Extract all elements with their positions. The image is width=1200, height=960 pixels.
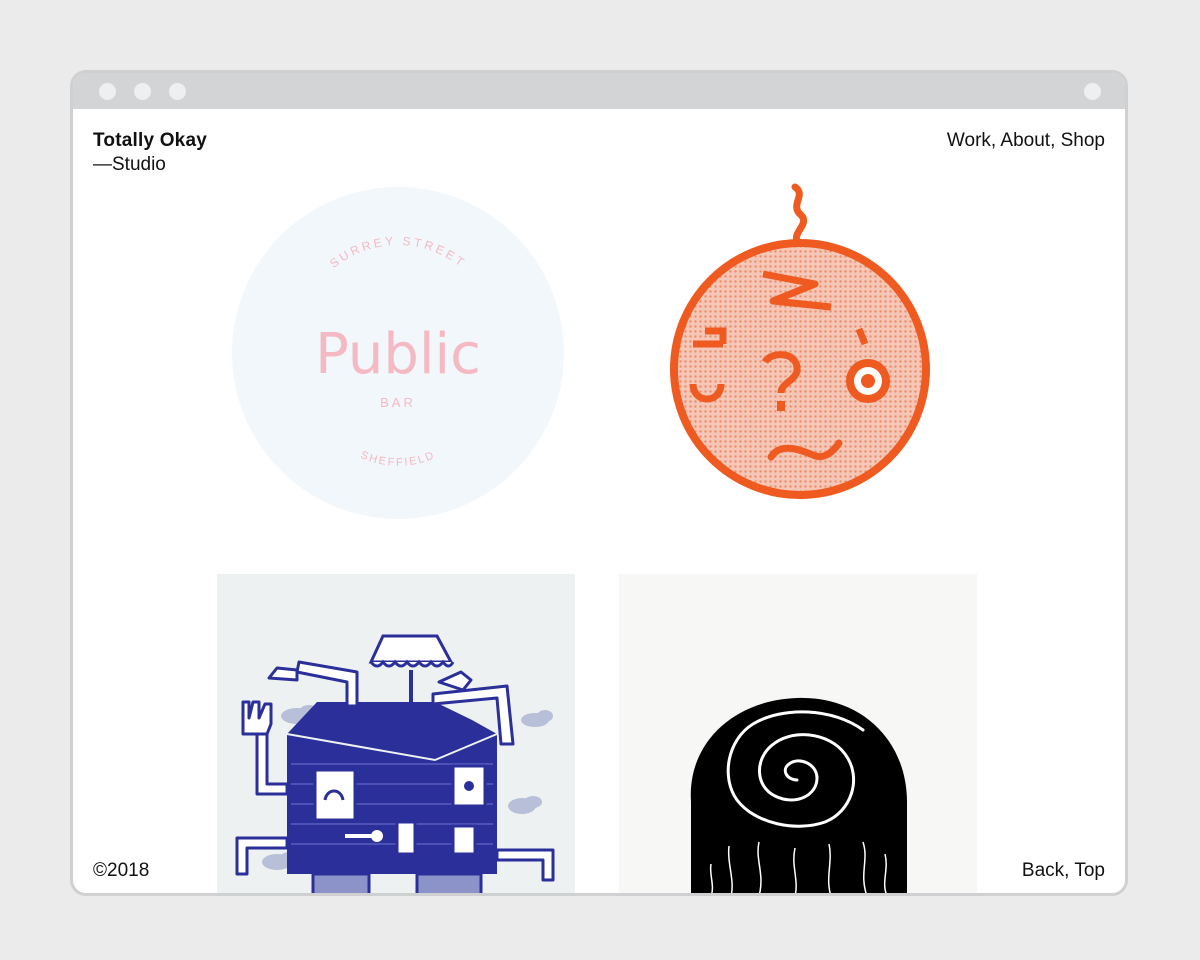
- browser-window: Totally Okay —Studio Work, About, Shop S…: [70, 70, 1128, 896]
- back-link[interactable]: Back: [1022, 860, 1064, 881]
- project-tile-orange-face[interactable]: [663, 179, 933, 519]
- browser-titlebar: [73, 73, 1125, 109]
- nav-about[interactable]: About: [1000, 130, 1050, 151]
- black-log-illustration: [690, 697, 907, 893]
- badge-title: Public: [315, 322, 481, 387]
- page-viewport: Totally Okay —Studio Work, About, Shop S…: [73, 109, 1125, 893]
- window-dot-maximize[interactable]: [169, 83, 186, 100]
- orange-face-illustration: [670, 183, 930, 499]
- brand-sub: —Studio: [93, 154, 166, 175]
- window-dot-menu[interactable]: [1084, 83, 1101, 100]
- main-nav: Work, About, Shop: [947, 129, 1105, 153]
- nav-separator: ,: [990, 130, 1001, 151]
- window-dot-minimize[interactable]: [134, 83, 151, 100]
- brand-name: Totally Okay: [93, 130, 207, 151]
- top-link[interactable]: Top: [1074, 860, 1105, 881]
- nav-work[interactable]: Work: [947, 130, 991, 151]
- project-tile-black-log[interactable]: [619, 574, 977, 893]
- blue-house-illustration: [235, 634, 555, 893]
- project-tile-public-bar[interactable]: SURREY STREET Public BAR SHEFFIELD: [230, 185, 566, 521]
- footer-nav: Back, Top: [1022, 860, 1105, 882]
- footer-copyright: ©2018: [93, 860, 150, 881]
- window-dot-close[interactable]: [99, 83, 116, 100]
- nav-separator: ,: [1050, 130, 1061, 151]
- footer-separator: ,: [1064, 860, 1075, 881]
- badge-subtitle: BAR: [380, 395, 416, 410]
- nav-shop[interactable]: Shop: [1061, 130, 1105, 151]
- project-tile-blue-house[interactable]: [217, 574, 575, 893]
- brand-logo[interactable]: Totally Okay —Studio: [93, 129, 207, 177]
